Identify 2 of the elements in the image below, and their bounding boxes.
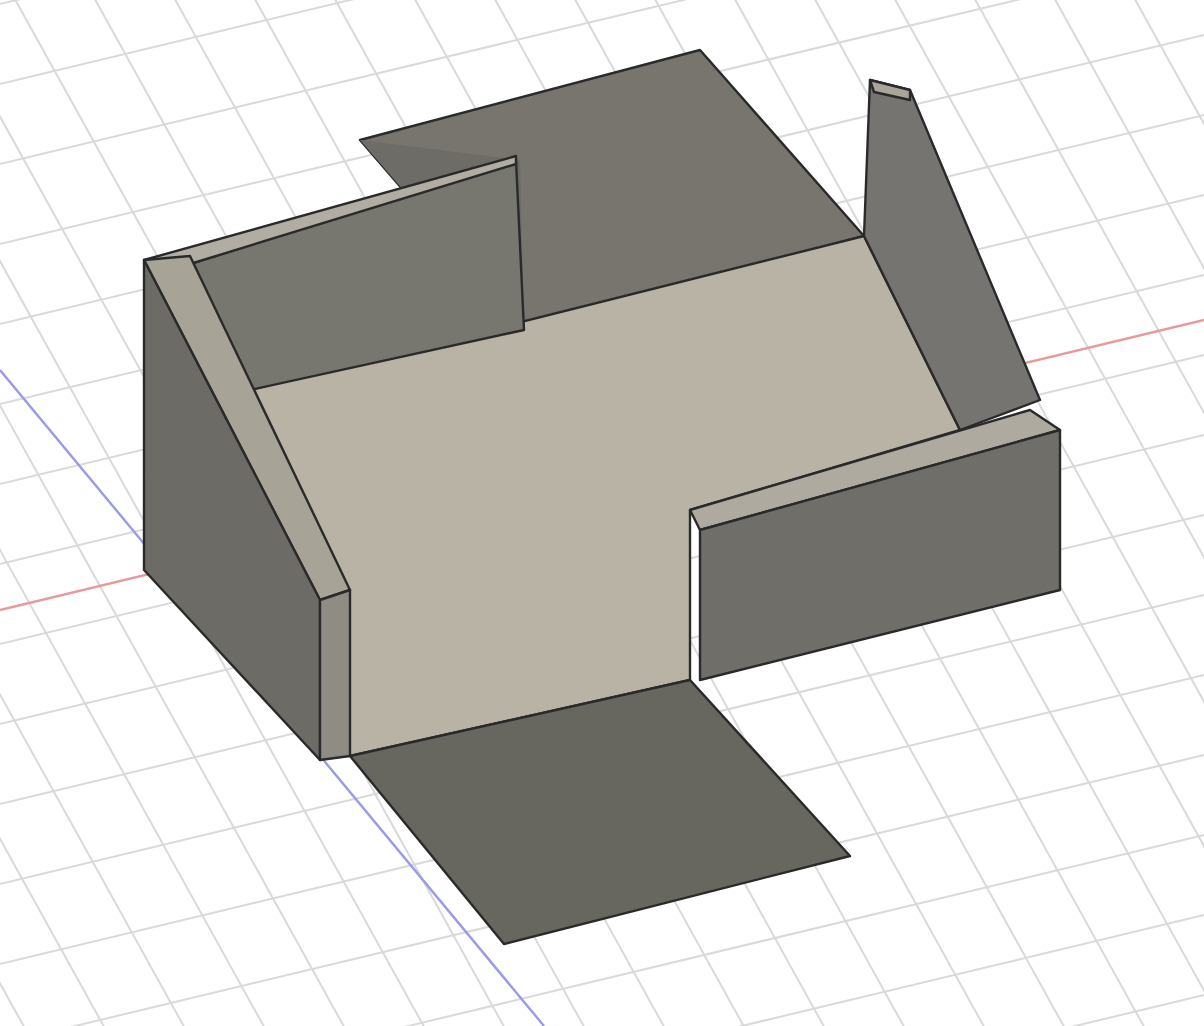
3d-viewport[interactable] xyxy=(0,0,1204,1026)
3d-model-drawing[interactable] xyxy=(142,48,1062,946)
